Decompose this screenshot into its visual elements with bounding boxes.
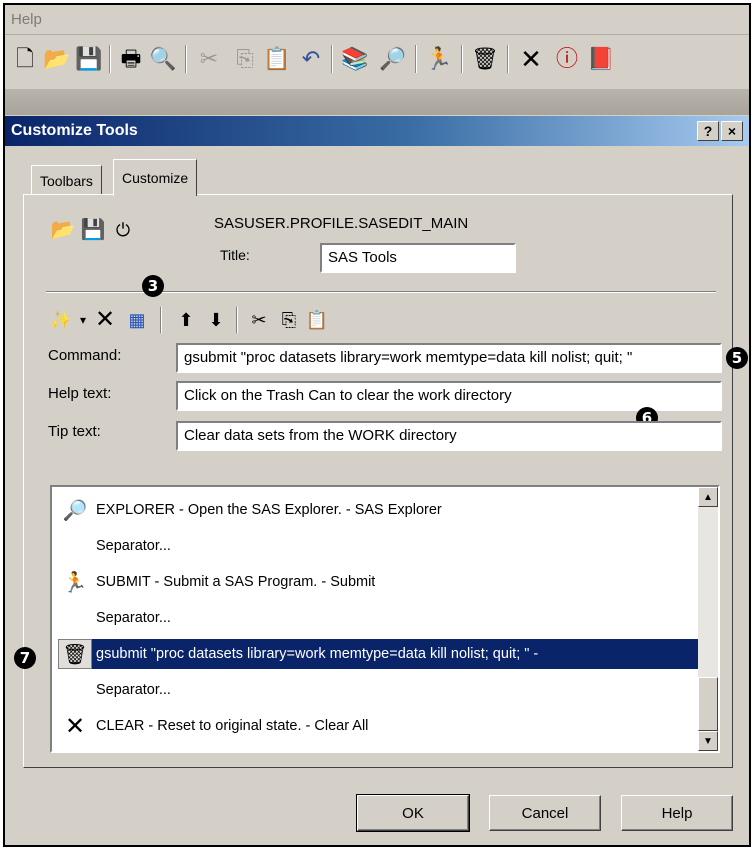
move-up-icon[interactable]: ⬆ <box>174 307 198 333</box>
command-label: Command: <box>48 347 122 364</box>
copy-icon[interactable]: ⎘ <box>276 307 302 333</box>
print-icon[interactable]: 🖶 <box>117 45 145 73</box>
cancel-button[interactable]: Cancel <box>489 795 601 831</box>
list-item[interactable]: ✕ CLEAR - Reset to original state. - Cle… <box>58 709 698 743</box>
callout-5: 5 <box>726 347 748 369</box>
close-button[interactable]: × <box>721 121 743 141</box>
callout-7: 7 <box>14 647 36 669</box>
libraries-icon[interactable]: 📚 <box>341 45 369 73</box>
toolbar-separator <box>236 307 238 333</box>
submit-icon: 🏃 <box>62 571 88 594</box>
open-icon[interactable]: 📂 <box>43 45 71 73</box>
title-label: Title: <box>220 247 250 263</box>
new-icon[interactable]: 🗋 <box>11 45 39 73</box>
help-book-icon[interactable]: 📕 <box>587 45 615 73</box>
tab-customize[interactable]: Customize <box>113 159 198 196</box>
help-text-field[interactable]: Click on the Trash Can to clear the work… <box>176 381 722 411</box>
dialog-title: Customize Tools <box>11 122 138 139</box>
context-help-button[interactable]: ? <box>697 121 719 141</box>
main-toolbar: 🗋 📂 💾 🖶 🔍 ✂ ⎘ 📋 ↶ 📚 🔎 🏃 🗑 ✕ ⓘ 📕 <box>5 37 749 83</box>
help-text-label: Help text: <box>48 385 112 402</box>
clear-icon[interactable]: ✕ <box>517 45 545 73</box>
toolbar-separator <box>415 45 417 73</box>
profile-name: SASUSER.PROFILE.SASEDIT_MAIN <box>214 215 469 232</box>
toolbar-separator <box>507 45 509 73</box>
list-scrollbar[interactable]: ▲ ▼ <box>698 487 718 751</box>
help-button[interactable]: Help <box>621 795 733 831</box>
list-item[interactable]: 🏃 SUBMIT - Submit a SAS Program. - Submi… <box>58 565 698 599</box>
undo-icon[interactable]: ↶ <box>297 45 325 73</box>
print-preview-icon[interactable]: 🔍 <box>149 45 177 73</box>
move-down-icon[interactable]: ⬇ <box>204 307 228 333</box>
background-strip <box>5 89 749 115</box>
cut-icon[interactable]: ✂ <box>246 307 272 333</box>
save-icon[interactable]: 💾 <box>75 45 103 73</box>
menu-bar: Help <box>5 5 749 35</box>
properties-icon[interactable]: ▦ <box>124 307 150 333</box>
trash-icon[interactable]: 🗑 <box>471 45 499 73</box>
toolbar-separator <box>160 307 162 333</box>
plug-icon[interactable]: ⏻ <box>110 217 136 243</box>
cut-icon[interactable]: ✂ <box>195 45 223 73</box>
list-item-selected[interactable]: 🗑 gsubmit "proc datasets library=work me… <box>58 637 698 671</box>
screenshot-frame: Help 🗋 📂 💾 🖶 🔍 ✂ ⎘ 📋 ↶ 📚 🔎 🏃 🗑 ✕ ⓘ 📕 Cus… <box>3 3 751 847</box>
list-item[interactable]: Separator... <box>58 529 698 563</box>
ok-button[interactable]: OK <box>356 794 470 832</box>
scroll-thumb[interactable] <box>698 677 718 731</box>
paste-icon[interactable]: 📋 <box>263 45 291 73</box>
tip-text-label: Tip text: <box>48 423 101 440</box>
trash-icon: 🗑 <box>58 639 92 669</box>
paste-icon[interactable]: 📋 <box>304 307 330 333</box>
tools-list[interactable]: 🔎 EXPLORER - Open the SAS Explorer. - SA… <box>50 485 720 753</box>
scroll-up-button[interactable]: ▲ <box>698 487 718 507</box>
scroll-down-button[interactable]: ▼ <box>698 731 718 751</box>
command-field[interactable]: gsubmit "proc datasets library=work memt… <box>176 343 722 373</box>
save-icon[interactable]: 💾 <box>80 217 106 243</box>
list-item[interactable]: Separator... <box>58 601 698 635</box>
callout-3: 3 <box>142 275 164 297</box>
toolbar-separator <box>461 45 463 73</box>
open-icon[interactable]: 📂 <box>50 217 76 243</box>
tip-text-field[interactable]: Clear data sets from the WORK directory <box>176 421 722 451</box>
title-field[interactable]: SAS Tools <box>320 243 516 273</box>
toolbar-separator <box>331 45 333 73</box>
submit-icon[interactable]: 🏃 <box>425 45 453 73</box>
toolbar-separator <box>185 45 187 73</box>
toolbar-separator <box>109 45 111 73</box>
list-item[interactable]: Separator... <box>58 673 698 707</box>
copy-icon[interactable]: ⎘ <box>231 45 259 73</box>
list-item[interactable]: 🔎 EXPLORER - Open the SAS Explorer. - SA… <box>58 493 698 527</box>
explorer-icon: 🔎 <box>62 499 88 522</box>
tab-toolbars[interactable]: Toolbars <box>31 165 102 195</box>
dialog-titlebar: Customize Tools ? × <box>5 116 749 146</box>
delete-icon[interactable]: ✕ <box>92 305 118 335</box>
explorer-icon[interactable]: 🔎 <box>379 45 407 73</box>
menu-help[interactable]: Help <box>11 11 42 28</box>
break-icon[interactable]: ⓘ <box>553 45 581 73</box>
chevron-down-icon[interactable]: ▾ <box>76 307 90 333</box>
add-tool-icon[interactable]: ✨ <box>48 307 74 333</box>
customize-panel: 📂 💾 ⏻ SASUSER.PROFILE.SASEDIT_MAIN Title… <box>14 194 748 768</box>
clear-icon: ✕ <box>64 712 86 740</box>
